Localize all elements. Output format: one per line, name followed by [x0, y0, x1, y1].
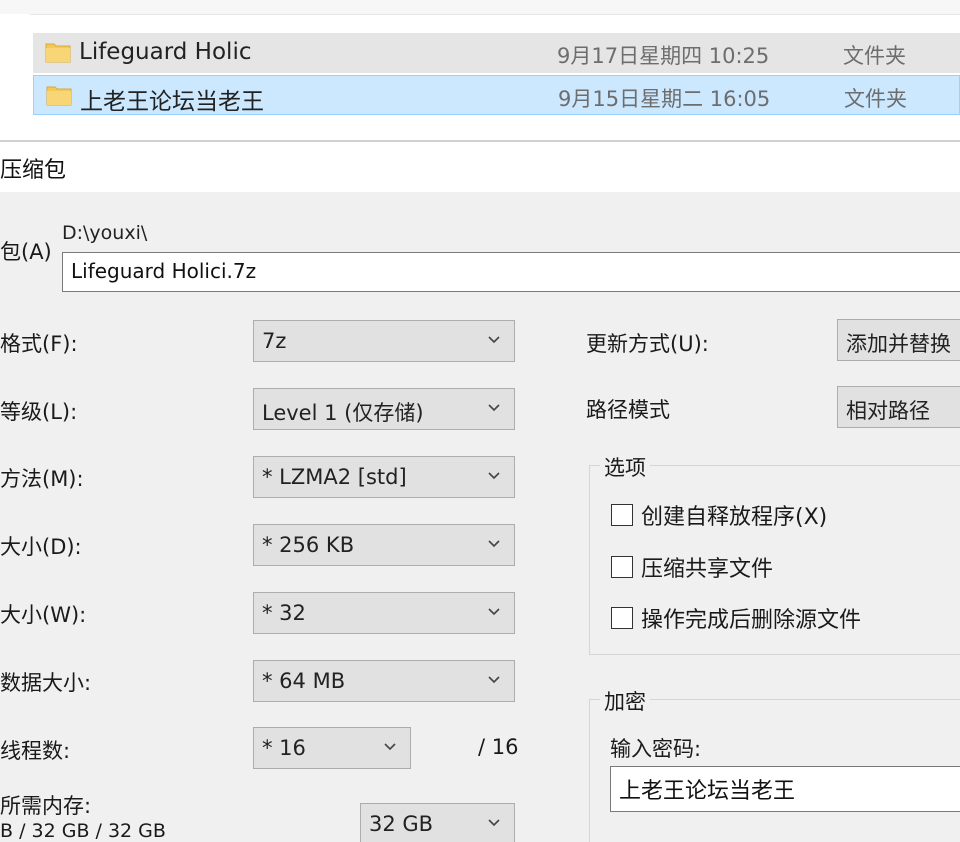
- file-row[interactable]: Lifeguard Holic 9月17日星期四 10:25 文件夹: [33, 33, 960, 73]
- format-value: 7z: [262, 329, 287, 353]
- dialog-title: 压缩包: [0, 158, 67, 183]
- update-mode-value: 添加并替换: [846, 332, 951, 356]
- format-select[interactable]: 7z: [253, 320, 515, 362]
- memory-select[interactable]: 32 GB: [360, 803, 515, 842]
- shared-files-option-label: 压缩共享文件: [641, 557, 774, 582]
- file-date: 9月17日星期四 10:25: [557, 44, 770, 68]
- chevron-down-icon: [488, 404, 500, 412]
- archive-label: 包(A): [0, 240, 52, 264]
- folder-icon: [46, 86, 72, 106]
- file-row-selected[interactable]: 上老王论坛当老王 9月15日星期二 16:05 文件夹: [33, 75, 960, 115]
- path-mode-value: 相对路径: [846, 399, 930, 423]
- memory-usage: B / 32 GB / 32 GB: [0, 820, 166, 842]
- update-mode-label: 更新方式(U):: [586, 332, 709, 356]
- password-input[interactable]: 上老王论坛当老王: [610, 766, 960, 812]
- dictionary-size-value: * 256 KB: [262, 533, 355, 557]
- word-size-value: * 32: [262, 601, 306, 625]
- shared-files-checkbox[interactable]: [611, 556, 633, 578]
- threads-label: 线程数:: [0, 739, 71, 763]
- threads-value: * 16: [262, 736, 306, 760]
- file-name: Lifeguard Holic: [79, 39, 252, 65]
- sfx-option-label: 创建自释放程序(X): [641, 505, 828, 530]
- threads-max: / 16: [478, 735, 519, 759]
- format-label: 格式(F):: [0, 332, 78, 356]
- dictionary-size-select[interactable]: * 256 KB: [253, 524, 515, 566]
- chevron-down-icon: [488, 540, 500, 548]
- method-label: 方法(M):: [0, 467, 84, 491]
- file-name: 上老王论坛当老王: [80, 89, 264, 115]
- explorer-header: [0, 0, 960, 15]
- level-select[interactable]: Level 1 (仅存储): [253, 388, 515, 430]
- password-label: 输入密码:: [610, 737, 702, 761]
- chevron-down-icon: [488, 472, 500, 480]
- memory-select-value: 32 GB: [369, 812, 434, 836]
- path-mode-select[interactable]: 相对路径: [837, 386, 960, 428]
- chevron-down-icon: [488, 336, 500, 344]
- folder-icon: [45, 43, 71, 63]
- word-size-label: 大小(W):: [0, 603, 87, 627]
- solid-block-size-select[interactable]: * 64 MB: [253, 660, 515, 702]
- chevron-down-icon: [488, 608, 500, 616]
- word-size-select[interactable]: * 32: [253, 592, 515, 634]
- sfx-option[interactable]: 创建自释放程序(X): [611, 499, 828, 530]
- dialog-titlebar: [0, 142, 960, 192]
- solid-block-size-label: 数据大小:: [0, 671, 92, 695]
- level-label: 等级(L):: [0, 400, 78, 424]
- method-value: * LZMA2 [std]: [262, 465, 407, 489]
- file-date: 9月15日星期二 16:05: [558, 87, 771, 111]
- file-type: 文件夹: [843, 44, 906, 68]
- solid-block-size-value: * 64 MB: [262, 669, 346, 693]
- sfx-checkbox[interactable]: [611, 504, 633, 526]
- options-title: 选项: [600, 452, 650, 482]
- archive-path: D:\youxi\: [62, 222, 148, 244]
- chevron-down-icon: [384, 743, 396, 751]
- method-select[interactable]: * LZMA2 [std]: [253, 456, 515, 498]
- explorer-left-pane: [0, 14, 30, 140]
- shared-files-option[interactable]: 压缩共享文件: [611, 551, 774, 582]
- chevron-down-icon: [488, 676, 500, 684]
- delete-after-checkbox[interactable]: [611, 607, 633, 629]
- encryption-title: 加密: [600, 686, 650, 716]
- chevron-down-icon: [488, 819, 500, 827]
- file-type: 文件夹: [844, 87, 907, 111]
- memory-label: 所需内存:: [0, 794, 92, 818]
- path-mode-label: 路径模式: [586, 398, 670, 422]
- delete-after-option-label: 操作完成后删除源文件: [641, 608, 862, 633]
- dictionary-size-label: 大小(D):: [0, 535, 82, 559]
- threads-select[interactable]: * 16: [253, 727, 411, 769]
- level-value: Level 1 (仅存储): [262, 401, 424, 425]
- archive-name-input[interactable]: Lifeguard Holici.7z: [62, 252, 960, 292]
- update-mode-select[interactable]: 添加并替换: [837, 319, 960, 361]
- delete-after-option[interactable]: 操作完成后删除源文件: [611, 602, 862, 633]
